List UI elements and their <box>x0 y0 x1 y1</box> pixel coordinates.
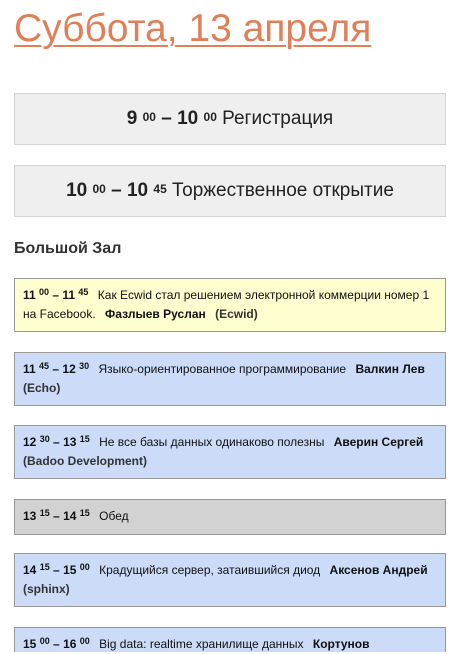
speaker-company: (Badoo Development) <box>23 454 148 468</box>
speaker-name: Кортунов <box>312 637 370 651</box>
slot-time: 10 00 – 10 45 <box>66 180 167 201</box>
hall-heading: Большой Зал <box>14 240 122 257</box>
speaker-company: (Ecwid) <box>215 307 258 321</box>
speaker-name: Аксенов Андрей <box>329 563 428 577</box>
slot-time: 12 30 – 13 15 <box>23 434 90 449</box>
slot-time: 14 15 – 15 00 <box>23 562 90 577</box>
speaker-name: Аверин Сергей <box>333 435 424 449</box>
speaker-name: Валкин Лев <box>355 362 425 376</box>
slot-title: Регистрация <box>222 108 334 129</box>
talk-title: Big data: realtime хранилище данных <box>99 637 304 651</box>
talk-title: Крадущийся сервер, затаившийся диод <box>99 563 321 577</box>
day-title-link[interactable]: Суббота, 13 апреля <box>14 6 371 52</box>
slot-time: 15 00 – 16 00 <box>23 636 90 651</box>
talk-title: Не все базы данных одинаково полезны <box>99 435 325 449</box>
slot-time: 11 00 – 11 45 <box>23 287 89 302</box>
speaker-company: (sphinx) <box>23 582 70 596</box>
slot-time: 11 45 – 12 30 <box>23 361 90 376</box>
slot-time: 13 15 – 14 15 <box>23 508 90 523</box>
talk-slot[interactable]: 11 00 – 11 45 Как Ecwid стал решением эл… <box>14 278 446 332</box>
talk-slot[interactable]: 15 00 – 16 00 Big data: realtime хранили… <box>14 627 446 652</box>
talk-slot[interactable]: 12 30 – 13 15 Не все базы данных одинако… <box>14 425 446 479</box>
slot-title: Торжественное открытие <box>172 180 394 201</box>
plenary-slot: 9 00 – 10 00 Регистрация <box>14 93 446 145</box>
break-title: Обед <box>99 509 129 523</box>
talk-slot[interactable]: 14 15 – 15 00 Крадущийся сервер, затаивш… <box>14 553 446 607</box>
talk-slot[interactable]: 11 45 – 12 30 Языко-ориентированное прог… <box>14 352 446 406</box>
plenary-slot: 10 00 – 10 45 Торжественное открытие <box>14 165 446 217</box>
slot-time: 9 00 – 10 00 <box>126 108 217 129</box>
talk-title: Языко-ориентированное программирование <box>98 362 347 376</box>
speaker-company: (Echo) <box>23 381 61 395</box>
break-slot: 13 15 – 14 15 Обед <box>14 499 446 535</box>
speaker-name: Фазлыев Руслан <box>105 307 206 321</box>
